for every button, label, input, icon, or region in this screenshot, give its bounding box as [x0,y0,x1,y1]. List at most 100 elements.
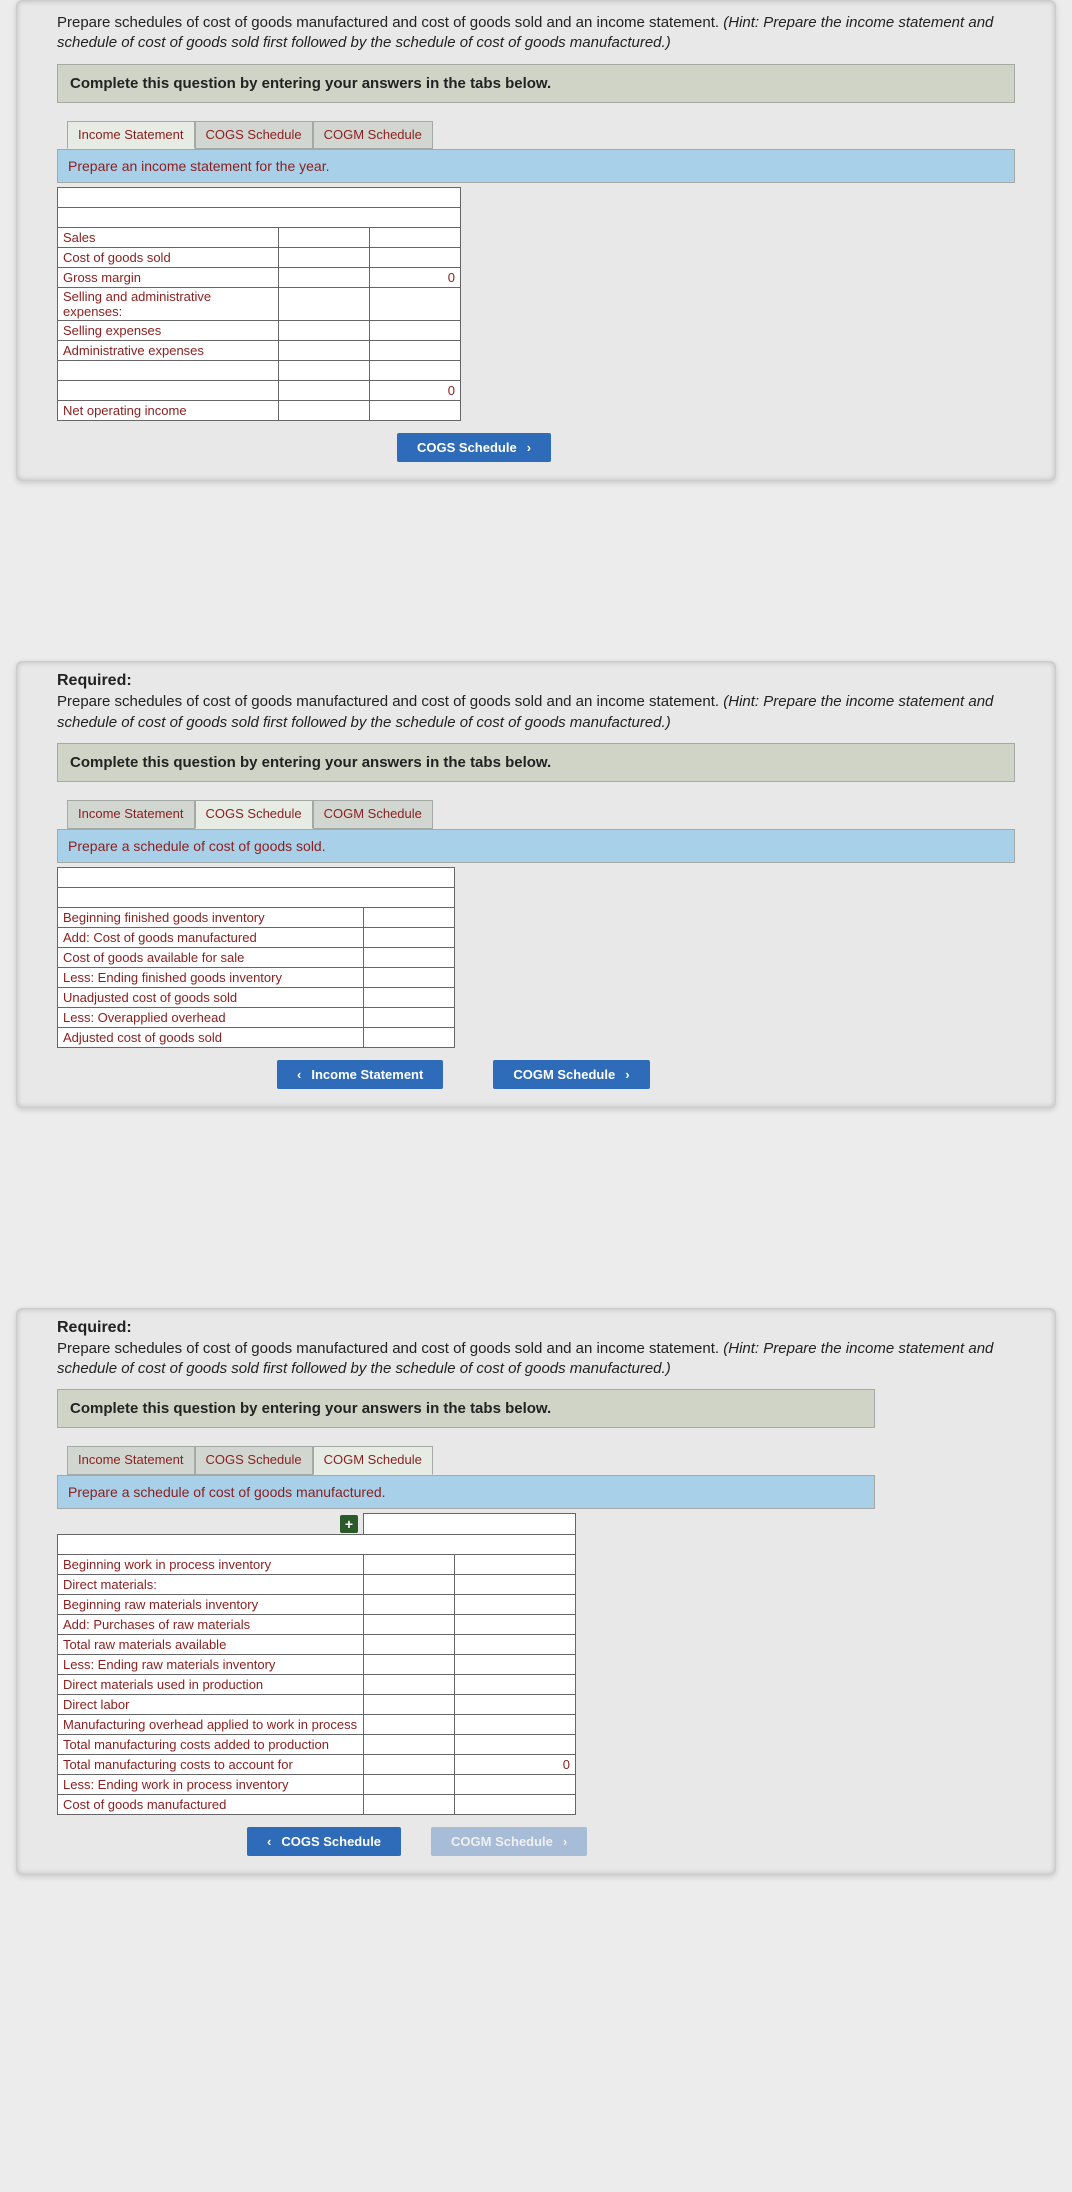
tab-cogs-schedule[interactable]: COGS Schedule [195,1446,313,1475]
input-cell[interactable] [364,1614,455,1634]
table-row: Cost of goods available for sale [58,947,455,967]
row-label[interactable]: Cost of goods manufactured [58,1794,364,1814]
input-cell[interactable] [455,1614,576,1634]
row-label[interactable]: Less: Ending raw materials inventory [58,1654,364,1674]
input-cell[interactable] [364,1794,455,1814]
input-cell[interactable] [364,1554,455,1574]
row-label[interactable]: Less: Ending finished goods inventory [58,967,364,987]
input-cell[interactable] [455,1574,576,1594]
input-cell[interactable] [455,1554,576,1574]
input-cell[interactable] [279,381,370,401]
input-cell[interactable] [455,1594,576,1614]
input-cell[interactable] [364,1734,455,1754]
tab-cogm-schedule[interactable]: COGM Schedule [313,1446,433,1475]
row-label[interactable]: Cost of goods sold [58,248,279,268]
row-label[interactable]: Less: Overapplied overhead [58,1007,364,1027]
plus-icon[interactable]: + [340,1515,358,1533]
row-label[interactable]: Administrative expenses [58,341,279,361]
input-cell[interactable] [370,288,461,321]
row-label[interactable]: Add: Purchases of raw materials [58,1614,364,1634]
input-cell[interactable] [364,967,455,987]
row-label[interactable]: Less: Ending work in process inventory [58,1774,364,1794]
row-label[interactable] [58,381,279,401]
input-cell[interactable] [364,1654,455,1674]
input-cell[interactable] [279,288,370,321]
tab-cogs-schedule[interactable]: COGS Schedule [195,800,313,829]
input-cell[interactable] [364,1634,455,1654]
nav-prev-button[interactable]: ‹ COGS Schedule [247,1827,401,1856]
row-label[interactable]: Selling expenses [58,321,279,341]
input-cell[interactable] [364,907,455,927]
row-label[interactable]: Sales [58,228,279,248]
input-cell[interactable] [279,228,370,248]
input-cell[interactable] [364,947,455,967]
input-cell[interactable] [455,1794,576,1814]
input-cell[interactable] [455,1714,576,1734]
row-label[interactable]: Add: Cost of goods manufactured [58,927,364,947]
input-cell[interactable] [455,1634,576,1654]
input-cell[interactable] [364,1694,455,1714]
row-label[interactable]: Beginning work in process inventory [58,1554,364,1574]
row-label[interactable]: Manufacturing overhead applied to work i… [58,1714,364,1734]
table-row: Selling and administrative expenses: [58,288,461,321]
input-cell[interactable] [279,361,370,381]
input-cell[interactable] [364,1674,455,1694]
nav-next-button[interactable]: COGM Schedule › [431,1827,587,1856]
input-cell[interactable] [364,1574,455,1594]
row-label[interactable]: Cost of goods available for sale [58,947,364,967]
tab-income-statement[interactable]: Income Statement [67,1446,195,1475]
row-label[interactable]: Unadjusted cost of goods sold [58,987,364,1007]
tab-cogs-schedule[interactable]: COGS Schedule [195,121,313,150]
row-label[interactable]: Gross margin [58,268,279,288]
row-label[interactable]: Direct materials: [58,1574,364,1594]
input-cell[interactable] [364,987,455,1007]
input-cell[interactable] [364,1594,455,1614]
table-row: Total manufacturing costs to account for… [58,1754,576,1774]
input-cell[interactable] [455,1734,576,1754]
table-row: Cost of goods manufactured [58,1794,576,1814]
tab-income-statement[interactable]: Income Statement [67,800,195,829]
row-label[interactable]: Total manufacturing costs added to produ… [58,1734,364,1754]
input-cell[interactable] [455,1774,576,1794]
row-label[interactable] [58,361,279,381]
input-cell[interactable] [455,1654,576,1674]
input-cell[interactable] [364,1714,455,1734]
row-label[interactable]: Direct labor [58,1694,364,1714]
row-label[interactable]: Direct materials used in production [58,1674,364,1694]
chevron-right-icon: › [563,1834,567,1849]
row-label[interactable]: Beginning finished goods inventory [58,907,364,927]
input-cell[interactable] [370,401,461,421]
row-label[interactable]: Adjusted cost of goods sold [58,1027,364,1047]
input-cell[interactable] [455,1694,576,1714]
input-cell[interactable] [370,228,461,248]
input-cell[interactable] [279,268,370,288]
input-cell[interactable] [364,1007,455,1027]
input-cell[interactable] [364,1754,455,1774]
row-label[interactable]: Net operating income [58,401,279,421]
nav-next-button[interactable]: COGS Schedule › [397,433,551,462]
input-cell[interactable] [370,361,461,381]
row-label[interactable]: Total raw materials available [58,1634,364,1654]
input-cell[interactable] [370,248,461,268]
tab-income-statement[interactable]: Income Statement [67,121,195,150]
chevron-left-icon: ‹ [267,1834,271,1849]
tab-cogm-schedule[interactable]: COGM Schedule [313,121,433,150]
input-cell[interactable] [279,401,370,421]
input-cell[interactable] [279,321,370,341]
input-cell[interactable] [364,1774,455,1794]
input-cell[interactable] [279,341,370,361]
instruction-text: Prepare schedules of cost of goods manuf… [57,13,1055,54]
row-label[interactable]: Total manufacturing costs to account for [58,1754,364,1774]
input-cell[interactable] [455,1674,576,1694]
input-cell[interactable] [364,1027,455,1047]
input-cell[interactable] [370,321,461,341]
row-label[interactable]: Beginning raw materials inventory [58,1594,364,1614]
table-title: Superior Company [58,188,461,208]
input-cell[interactable] [364,927,455,947]
input-cell[interactable] [370,341,461,361]
nav-prev-button[interactable]: ‹ Income Statement [277,1060,443,1089]
tab-cogm-schedule[interactable]: COGM Schedule [313,800,433,829]
row-label[interactable]: Selling and administrative expenses: [58,288,279,321]
input-cell[interactable] [279,248,370,268]
nav-next-button[interactable]: COGM Schedule › [493,1060,649,1089]
